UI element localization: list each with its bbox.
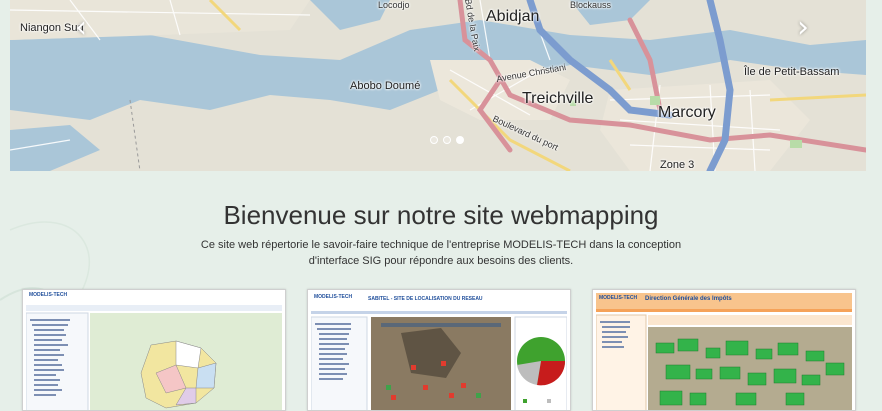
map-label-locodjo: Locodjo [378,0,410,10]
map-label-zone3: Zone 3 [660,159,695,171]
map-label-marcory: Marcory [658,104,716,121]
project-thumbnail-3[interactable]: MODELIS-TECH Direction Générale des Impô… [592,289,856,411]
project-thumbnail-2[interactable]: MODELIS-TECH SABITEL - SITE DE LOCALISAT… [307,289,571,411]
map-label-abidjan: Abidjan [486,8,540,25]
chevron-left-icon: ‹ [75,10,87,45]
thumbnail-1-screenshot [26,293,282,410]
carousel-indicator-1[interactable] [430,136,438,144]
thumbnail-2-brand: MODELIS-TECH [314,294,353,300]
chevron-right-icon: › [797,10,809,45]
welcome-title: Bienvenue sur notre site webmapping [223,200,659,230]
map-label-blockauss: Blockauss [570,0,612,10]
thumbnail-1-brand: MODELIS-TECH [29,292,68,298]
map-label-treichville: Treichville [522,90,594,107]
intro-text: Ce site web répertorie le savoir-faire t… [176,237,706,269]
thumbnail-2-title: SABITEL - SITE DE LOCALISATION DU RESEAU [368,296,483,302]
map-label-abobo: Abobo Doumé [350,80,421,92]
thumbnail-3-title: Direction Générale des Impôts [645,296,732,302]
carousel-indicator-2[interactable] [443,136,451,144]
intro-line-1: Ce site web répertorie le savoir-faire t… [200,239,682,251]
carousel-indicator-3[interactable] [456,136,464,144]
map-carousel[interactable]: Niangon Sud Locodjo Abidjan Blockauss Ab… [10,0,866,171]
map-slide-image [10,0,866,171]
thumbnail-3-brand: MODELIS-TECH [599,295,638,301]
carousel-next-button[interactable]: › [790,10,816,46]
thumbnail-2-screenshot [311,293,567,410]
intro-line-2: d'interface SIG pour répondre aux besoin… [308,255,574,267]
carousel-prev-button[interactable]: ‹ [68,10,94,46]
map-label-ile: Île de Petit-Bassam [744,66,840,78]
carousel-indicators [430,136,464,144]
thumbnail-3-screenshot [596,293,852,410]
project-thumbnail-1[interactable]: MODELIS-TECH [22,289,286,411]
